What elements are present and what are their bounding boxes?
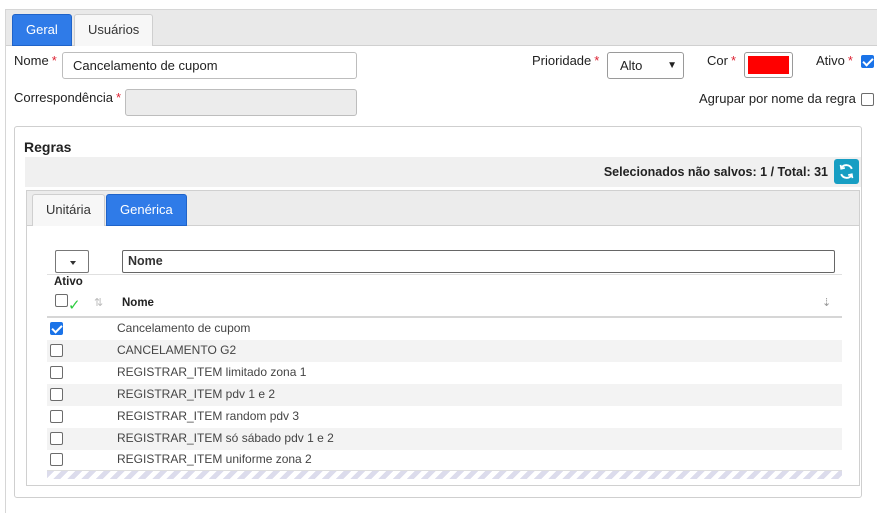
table-row[interactable]: REGISTRAR_ITEM random pdv 3	[47, 406, 842, 428]
regras-title: Regras	[24, 139, 72, 155]
row-name: REGISTRAR_ITEM pdv 1 e 2	[117, 387, 276, 401]
row-checkbox[interactable]	[50, 344, 63, 357]
refresh-icon	[839, 164, 854, 179]
row-name: REGISTRAR_ITEM limitado zona 1	[117, 365, 307, 379]
prioridade-select[interactable]: Alto ▼	[607, 52, 684, 79]
row-checkbox[interactable]	[50, 453, 63, 466]
filter-separator	[47, 274, 842, 275]
nome-filter-input[interactable]: Nome	[122, 250, 835, 273]
status-bar: Selecionados não salvos: 1 / Total: 31	[25, 157, 861, 187]
tab-usuarios[interactable]: Usuários	[74, 14, 154, 46]
ativo-label: Ativo *	[816, 53, 853, 68]
row-checkbox[interactable]	[50, 322, 63, 335]
table-row[interactable]: REGISTRAR_ITEM só sábado pdv 1 e 2	[47, 428, 842, 450]
row-name: REGISTRAR_ITEM uniforme zona 2	[117, 452, 312, 466]
agrupar-checkbox[interactable]	[861, 93, 874, 106]
select-all-checkbox[interactable]	[55, 294, 68, 307]
sort-icon[interactable]: ⇅	[94, 296, 103, 309]
chevron-down-icon: ▼	[667, 60, 677, 71]
tab-geral[interactable]: Geral	[12, 14, 72, 46]
refresh-button[interactable]	[834, 159, 859, 184]
inner-tabbar: Unitária Genérica	[27, 191, 859, 226]
color-swatch	[748, 56, 789, 74]
cor-label: Cor *	[707, 53, 737, 68]
row-checkbox[interactable]	[50, 366, 63, 379]
column-ativo[interactable]: Ativo	[54, 276, 83, 288]
correspondencia-label: Correspondência *	[14, 90, 122, 105]
tab-unitaria[interactable]: Unitária	[32, 194, 105, 226]
row-checkbox[interactable]	[50, 388, 63, 401]
row-checkbox[interactable]	[50, 410, 63, 423]
tab-generica[interactable]: Genérica	[106, 194, 187, 226]
ativo-checkbox[interactable]	[861, 55, 874, 68]
prioridade-value: Alto	[620, 58, 643, 73]
main-tabbar: Geral Usuários	[6, 10, 877, 46]
cor-picker[interactable]	[744, 52, 793, 78]
nome-label: Nome *	[14, 53, 57, 68]
correspondencia-input[interactable]	[125, 89, 357, 116]
status-text: Selecionados não salvos: 1 / Total: 31	[603, 165, 828, 179]
table-row[interactable]: Cancelamento de cupom	[47, 318, 842, 340]
row-name: CANCELAMENTO G2	[117, 343, 237, 357]
nome-input[interactable]: Cancelamento de cupom	[62, 52, 357, 79]
checkmark-icon: ✓	[68, 297, 81, 314]
table-row[interactable]: REGISTRAR_ITEM pdv 1 e 2	[47, 384, 842, 406]
table-row[interactable]: REGISTRAR_ITEM uniforme zona 2	[47, 449, 842, 471]
column-nome[interactable]: Nome	[122, 297, 154, 309]
table-row[interactable]: REGISTRAR_ITEM limitado zona 1	[47, 362, 842, 384]
table-row[interactable]: CANCELAMENTO G2	[47, 340, 842, 362]
row-checkbox[interactable]	[50, 432, 63, 445]
loading-placeholder	[47, 470, 842, 479]
row-name: REGISTRAR_ITEM só sábado pdv 1 e 2	[117, 431, 334, 445]
prioridade-label: Prioridade *	[532, 53, 600, 68]
sort-desc-icon[interactable]: ⇣	[822, 296, 831, 309]
ativo-filter-dropdown[interactable]	[55, 250, 89, 273]
row-name: Cancelamento de cupom	[117, 321, 251, 335]
row-name: REGISTRAR_ITEM random pdv 3	[117, 409, 300, 423]
agrupar-label: Agrupar por nome da regra	[699, 91, 856, 106]
caret-down-icon	[70, 261, 76, 265]
